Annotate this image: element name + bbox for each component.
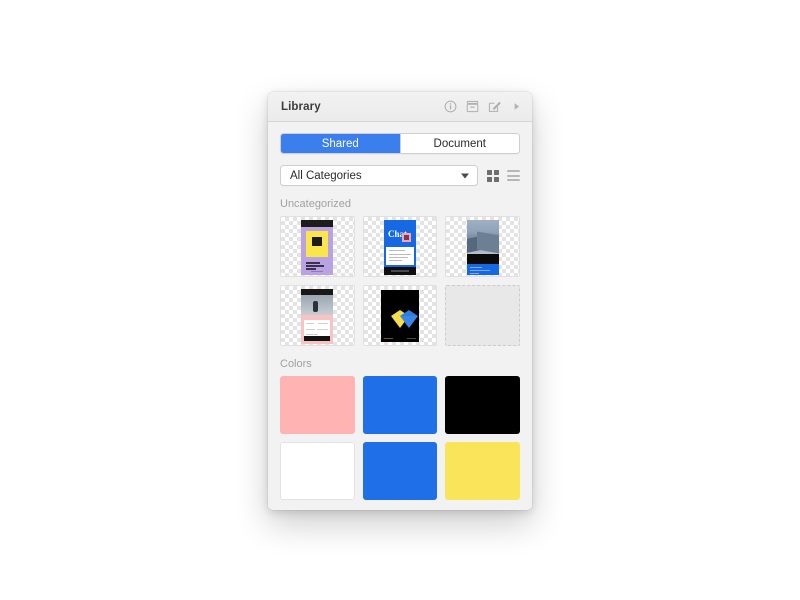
thumb-artwork (466, 220, 499, 275)
color-swatch-black[interactable] (445, 376, 520, 434)
thumb-artwork (301, 220, 334, 275)
symbol-thumb-chat[interactable]: Chat (362, 216, 438, 277)
library-toolbar: All Categories (280, 165, 520, 186)
section-label-uncategorized: Uncategorized (280, 198, 351, 210)
panel-titlebar[interactable]: Library (268, 92, 532, 122)
category-select-value: All Categories (290, 169, 362, 182)
screen-canvas: Library Shared Document All Categories U… (0, 0, 800, 600)
category-select[interactable]: All Categories (280, 165, 478, 186)
add-library-folder-icon[interactable] (466, 100, 479, 113)
color-swatch-white[interactable] (280, 442, 355, 500)
titlebar-icon-group (444, 100, 523, 113)
list-view-icon[interactable] (507, 169, 520, 182)
tab-shared[interactable]: Shared (281, 134, 400, 153)
color-swatch-salmon[interactable] (280, 376, 355, 434)
thumb-artwork (380, 290, 419, 342)
disclosure-arrow-icon[interactable] (510, 100, 523, 113)
grid-view-icon[interactable] (486, 169, 499, 182)
symbol-thumb-purple-card[interactable] (280, 216, 355, 277)
library-panel: Library Shared Document All Categories U… (268, 92, 532, 510)
color-swatch-blue[interactable] (362, 376, 438, 434)
symbol-thumb-photo-pink[interactable] (280, 285, 355, 346)
library-scope-segmented-control[interactable]: Shared Document (280, 133, 520, 154)
tab-document[interactable]: Document (399, 134, 519, 153)
panel-bottom-fade (268, 504, 532, 510)
symbol-thumb-empty-slot[interactable] (445, 285, 520, 346)
symbol-thumb-sketch-diamond[interactable] (362, 285, 438, 346)
panel-body: Shared Document All Categories Uncategor… (268, 122, 532, 510)
info-icon[interactable] (444, 100, 457, 113)
symbol-thumb-landscape[interactable] (445, 216, 520, 277)
symbol-thumbnail-grid: Chat (280, 216, 520, 346)
edit-icon[interactable] (488, 100, 501, 113)
color-swatch-yellow[interactable] (445, 442, 520, 500)
thumb-artwork: Chat (383, 220, 416, 275)
thumb-artwork (301, 289, 334, 344)
color-swatch-blue-2[interactable] (362, 442, 438, 500)
color-swatch-grid (280, 376, 520, 500)
panel-title: Library (281, 100, 321, 113)
chevron-down-icon (461, 173, 469, 178)
section-label-colors: Colors (280, 358, 312, 370)
